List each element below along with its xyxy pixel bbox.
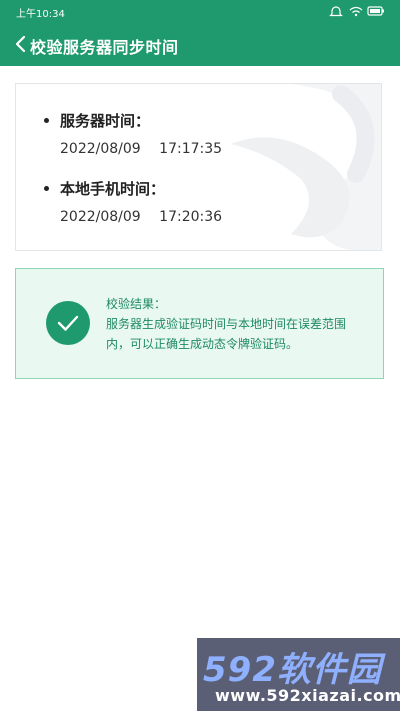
page-title: 校验服务器同步时间 <box>30 38 179 57</box>
status-time: 上午10:34 <box>16 9 65 20</box>
phone-time-label: 本地手机时间： <box>44 178 222 199</box>
title-bar: 校验服务器同步时间 <box>0 22 400 66</box>
bullet-dot <box>44 118 49 123</box>
watermark-logo: 592软件园 <box>203 650 382 690</box>
status-bar: 上午10:34 <box>0 0 400 22</box>
verification-result-card: 校验结果： 服务器生成验证码时间与本地时间在误差范围内，可以正确生成动态令牌验证… <box>15 268 384 379</box>
watermark-url: www.592xiazai.com <box>215 686 400 705</box>
server-time-label-text: 服务器时间： <box>60 112 151 130</box>
phone-time-value: 2022/08/09 17:20:36 <box>44 209 222 225</box>
server-time-label: 服务器时间： <box>44 110 222 131</box>
status-icons <box>326 4 386 18</box>
server-date: 2022/08/09 <box>60 141 141 157</box>
app-header: 上午10:34 校验服务器同步时间 <box>0 0 400 66</box>
server-time-block: 服务器时间： 2022/08/09 17:17:35 <box>44 110 222 157</box>
server-clock: 17:17:35 <box>159 141 223 157</box>
decorative-background-graphic <box>231 84 381 250</box>
phone-time-label-text: 本地手机时间： <box>60 180 166 198</box>
alarm-wifi-battery-icons <box>329 6 384 17</box>
check-icon <box>46 301 90 345</box>
result-description: 服务器生成验证码时间与本地时间在误差范围内，可以正确生成动态令牌验证码。 <box>106 317 347 351</box>
phone-time-block: 本地手机时间： 2022/08/09 17:20:36 <box>44 178 222 225</box>
phone-clock: 17:20:36 <box>159 209 223 225</box>
result-title: 校验结果： <box>106 297 167 311</box>
server-time-value: 2022/08/09 17:17:35 <box>44 141 222 157</box>
site-watermark: 592软件园 www.592xiazai.com <box>197 638 400 711</box>
phone-date: 2022/08/09 <box>60 209 141 225</box>
time-card: 服务器时间： 2022/08/09 17:17:35 本地手机时间： 2022/… <box>15 83 382 251</box>
bullet-dot <box>44 186 49 191</box>
